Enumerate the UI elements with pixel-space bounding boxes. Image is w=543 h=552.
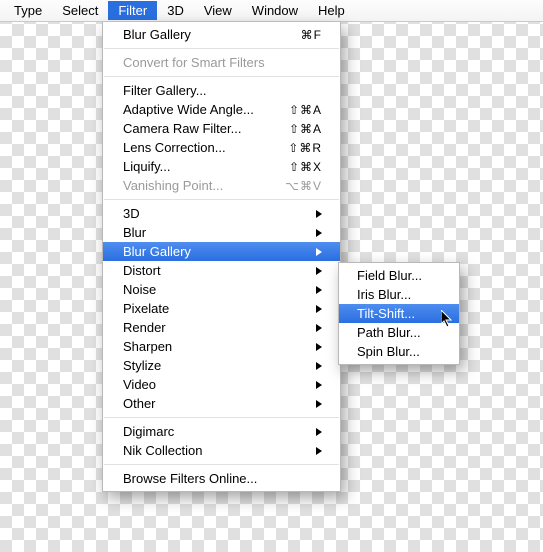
submenu-item-tilt-shift[interactable]: Tilt-Shift...: [339, 304, 459, 323]
menu-item-blur-gallery[interactable]: Blur Gallery⌘F: [103, 25, 340, 44]
submenu-item-path-blur[interactable]: Path Blur...: [339, 323, 459, 342]
menu-item-label: Pixelate: [123, 301, 308, 316]
menubar-item-select[interactable]: Select: [52, 1, 108, 20]
submenu-arrow-icon: [316, 400, 322, 408]
menu-item-shortcut: ⌘F: [280, 28, 322, 42]
menu-item-label: Digimarc: [123, 424, 308, 439]
menu-item-label: Sharpen: [123, 339, 308, 354]
menu-item-label: Blur: [123, 225, 308, 240]
menu-item-digimarc[interactable]: Digimarc: [103, 422, 340, 441]
menu-item-adaptive-wide-angle[interactable]: Adaptive Wide Angle...⇧⌘A: [103, 100, 340, 119]
menu-item-browse-filters-online[interactable]: Browse Filters Online...: [103, 469, 340, 488]
menu-item-label: Camera Raw Filter...: [123, 121, 280, 136]
menu-item-label: Adaptive Wide Angle...: [123, 102, 280, 117]
blur-gallery-submenu: Field Blur... Iris Blur... Tilt-Shift... Pa…: [338, 262, 460, 365]
menubar-item-3d[interactable]: 3D: [157, 1, 194, 20]
menu-item-stylize[interactable]: Stylize: [103, 356, 340, 375]
menu-item-sharpen[interactable]: Sharpen: [103, 337, 340, 356]
menu-item-render[interactable]: Render: [103, 318, 340, 337]
menu-item-shortcut: ⇧⌘R: [280, 141, 322, 155]
menu-item-noise[interactable]: Noise: [103, 280, 340, 299]
submenu-arrow-icon: [316, 324, 322, 332]
menu-item-label: Filter Gallery...: [123, 83, 322, 98]
menu-item-shortcut: ⇧⌘A: [280, 103, 322, 117]
menu-item-lens-correction[interactable]: Lens Correction...⇧⌘R: [103, 138, 340, 157]
menu-item-distort[interactable]: Distort: [103, 261, 340, 280]
menu-item-label: Lens Correction...: [123, 140, 280, 155]
menu-item-label: Blur Gallery: [123, 27, 280, 42]
menu-separator: [104, 48, 339, 49]
menu-item-label: Video: [123, 377, 308, 392]
menu-item-other[interactable]: Other: [103, 394, 340, 413]
submenu-arrow-icon: [316, 305, 322, 313]
menu-item-label: Blur Gallery: [123, 244, 308, 259]
menu-item-label: Convert for Smart Filters: [123, 55, 322, 70]
menu-item-3d[interactable]: 3D: [103, 204, 340, 223]
menu-item-convert-for-smart-filters: Convert for Smart Filters: [103, 53, 340, 72]
menu-item-filter-gallery[interactable]: Filter Gallery...: [103, 81, 340, 100]
menu-item-blur[interactable]: Blur: [103, 223, 340, 242]
submenu-arrow-icon: [316, 286, 322, 294]
menubar-item-view[interactable]: View: [194, 1, 242, 20]
submenu-arrow-icon: [316, 343, 322, 351]
menu-item-label: Other: [123, 396, 308, 411]
filter-menu-dropdown: Blur Gallery⌘FConvert for Smart FiltersF…: [102, 22, 341, 492]
submenu-item-label: Path Blur...: [357, 325, 445, 340]
menu-item-label: Browse Filters Online...: [123, 471, 322, 486]
submenu-item-spin-blur[interactable]: Spin Blur...: [339, 342, 459, 361]
submenu-item-label: Field Blur...: [357, 268, 445, 283]
menu-item-label: Render: [123, 320, 308, 335]
submenu-arrow-icon: [316, 447, 322, 455]
menu-item-blur-gallery[interactable]: Blur Gallery: [103, 242, 340, 261]
menu-separator: [104, 464, 339, 465]
menu-item-label: Vanishing Point...: [123, 178, 280, 193]
submenu-arrow-icon: [316, 381, 322, 389]
menu-item-nik-collection[interactable]: Nik Collection: [103, 441, 340, 460]
menu-item-label: Stylize: [123, 358, 308, 373]
menu-item-shortcut: ⌥⌘V: [280, 179, 322, 193]
submenu-arrow-icon: [316, 248, 322, 256]
submenu-item-label: Iris Blur...: [357, 287, 445, 302]
menu-item-label: Distort: [123, 263, 308, 278]
submenu-arrow-icon: [316, 428, 322, 436]
menubar: TypeSelectFilter3DViewWindowHelp: [0, 0, 543, 22]
menu-separator: [104, 417, 339, 418]
menu-item-label: 3D: [123, 206, 308, 221]
submenu-arrow-icon: [316, 229, 322, 237]
submenu-arrow-icon: [316, 267, 322, 275]
menu-item-pixelate[interactable]: Pixelate: [103, 299, 340, 318]
menu-item-shortcut: ⇧⌘A: [280, 122, 322, 136]
menu-item-liquify[interactable]: Liquify...⇧⌘X: [103, 157, 340, 176]
menu-item-label: Noise: [123, 282, 308, 297]
submenu-item-iris-blur[interactable]: Iris Blur...: [339, 285, 459, 304]
menu-item-shortcut: ⇧⌘X: [280, 160, 322, 174]
menubar-item-filter[interactable]: Filter: [108, 1, 157, 20]
submenu-item-label: Spin Blur...: [357, 344, 445, 359]
menu-item-video[interactable]: Video: [103, 375, 340, 394]
menu-item-label: Liquify...: [123, 159, 280, 174]
menu-item-camera-raw-filter[interactable]: Camera Raw Filter...⇧⌘A: [103, 119, 340, 138]
submenu-item-label: Tilt-Shift...: [357, 306, 445, 321]
submenu-item-field-blur[interactable]: Field Blur...: [339, 266, 459, 285]
menu-separator: [104, 76, 339, 77]
menubar-item-window[interactable]: Window: [242, 1, 308, 20]
menu-item-vanishing-point: Vanishing Point...⌥⌘V: [103, 176, 340, 195]
menubar-item-help[interactable]: Help: [308, 1, 355, 20]
submenu-arrow-icon: [316, 362, 322, 370]
submenu-arrow-icon: [316, 210, 322, 218]
menu-item-label: Nik Collection: [123, 443, 308, 458]
menubar-item-type[interactable]: Type: [4, 1, 52, 20]
menu-separator: [104, 199, 339, 200]
